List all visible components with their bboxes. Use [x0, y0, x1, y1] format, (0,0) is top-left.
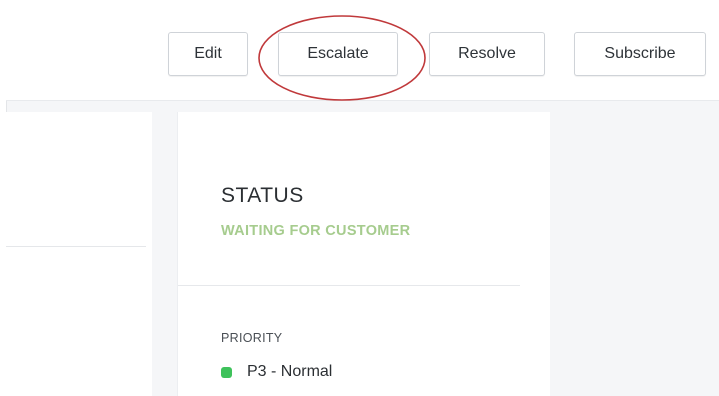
left-content-panel — [6, 112, 152, 396]
priority-value: P3 - Normal — [247, 363, 333, 380]
escalate-button[interactable]: Escalate — [278, 32, 398, 76]
priority-heading: PRIORITY — [221, 331, 283, 345]
priority-indicator-icon — [221, 366, 232, 378]
priority-field: P3 - Normal — [221, 362, 332, 382]
details-divider — [178, 285, 520, 286]
edit-button[interactable]: Edit — [168, 32, 248, 76]
subscribe-button[interactable]: Subscribe — [574, 32, 706, 76]
status-heading: STATUS — [221, 184, 304, 207]
status-value: WAITING FOR CUSTOMER — [221, 223, 411, 239]
ticket-details-card: STATUS WAITING FOR CUSTOMER PRIORITY P3 … — [178, 112, 550, 396]
left-panel-divider — [6, 246, 146, 247]
resolve-button[interactable]: Resolve — [429, 32, 545, 76]
